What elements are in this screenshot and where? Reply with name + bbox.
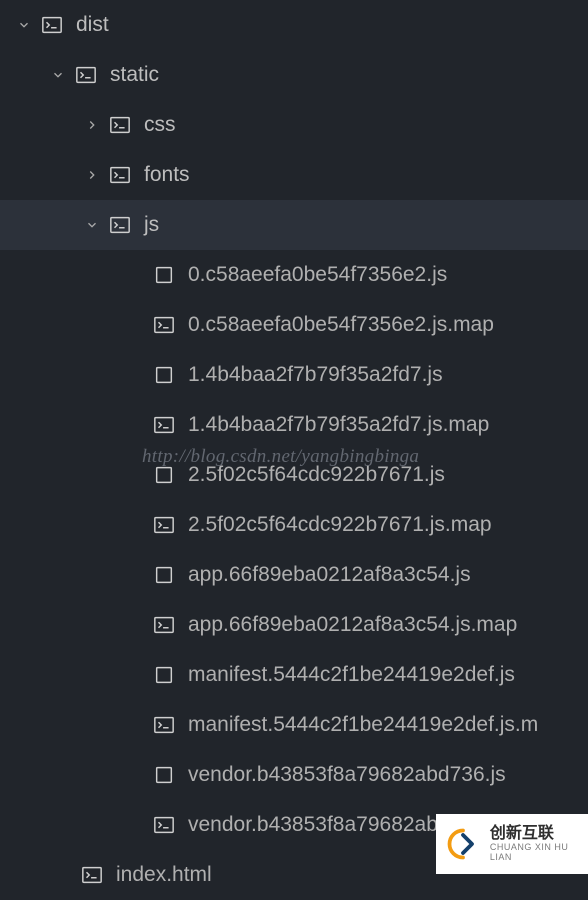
terminal-icon — [106, 161, 134, 189]
file-outline-icon — [150, 461, 178, 489]
terminal-icon — [150, 711, 178, 739]
terminal-icon — [38, 11, 66, 39]
tree-label: vendor.b43853f8a79682abd736.js.ma — [188, 813, 541, 837]
terminal-icon — [72, 61, 100, 89]
terminal-icon — [106, 111, 134, 139]
terminal-icon — [150, 511, 178, 539]
terminal-icon — [150, 311, 178, 339]
tree-label: index.html — [116, 863, 212, 887]
tree-label: static — [110, 63, 159, 87]
file-outline-icon — [150, 361, 178, 389]
tree-label: 1.4b4baa2f7b79f35a2fd7.js.map — [188, 413, 489, 437]
terminal-icon — [106, 211, 134, 239]
tree-label: dist — [76, 13, 109, 37]
tree-label: css — [144, 113, 176, 137]
tree-file[interactable]: 2.5f02c5f64cdc922b7671.js.map — [0, 500, 588, 550]
chevron-down-icon — [10, 18, 38, 32]
terminal-icon — [150, 811, 178, 839]
tree-label: 0.c58aeefa0be54f7356e2.js.map — [188, 313, 494, 337]
tree-label: manifest.5444c2f1be24419e2def.js — [188, 663, 515, 687]
tree-label: fonts — [144, 163, 190, 187]
terminal-icon — [150, 611, 178, 639]
chevron-down-icon — [78, 218, 106, 232]
tree-folder-static[interactable]: static — [0, 50, 588, 100]
tree-folder-fonts[interactable]: fonts — [0, 150, 588, 200]
tree-label: vendor.b43853f8a79682abd736.js — [188, 763, 506, 787]
tree-file[interactable]: manifest.5444c2f1be24419e2def.js — [0, 650, 588, 700]
tree-folder-css[interactable]: css — [0, 100, 588, 150]
tree-label: 1.4b4baa2f7b79f35a2fd7.js — [188, 363, 443, 387]
tree-file[interactable]: 1.4b4baa2f7b79f35a2fd7.js.map — [0, 400, 588, 450]
tree-label: app.66f89eba0212af8a3c54.js.map — [188, 613, 517, 637]
tree-label: js — [144, 213, 159, 237]
tree-label: manifest.5444c2f1be24419e2def.js.m — [188, 713, 538, 737]
tree-folder-dist[interactable]: dist — [0, 0, 588, 50]
tree-file[interactable]: manifest.5444c2f1be24419e2def.js.m — [0, 700, 588, 750]
tree-file[interactable]: 0.c58aeefa0be54f7356e2.js — [0, 250, 588, 300]
tree-file[interactable]: app.66f89eba0212af8a3c54.js.map — [0, 600, 588, 650]
terminal-icon — [150, 411, 178, 439]
tree-label: 0.c58aeefa0be54f7356e2.js — [188, 263, 447, 287]
tree-file[interactable]: 0.c58aeefa0be54f7356e2.js.map — [0, 300, 588, 350]
tree-label: 2.5f02c5f64cdc922b7671.js — [188, 463, 445, 487]
tree-folder-js[interactable]: js — [0, 200, 588, 250]
file-outline-icon — [150, 661, 178, 689]
chevron-down-icon — [44, 68, 72, 82]
tree-file-index[interactable]: index.html — [0, 850, 588, 900]
tree-label: 2.5f02c5f64cdc922b7671.js.map — [188, 513, 492, 537]
tree-file[interactable]: 2.5f02c5f64cdc922b7671.js — [0, 450, 588, 500]
tree-file[interactable]: vendor.b43853f8a79682abd736.js — [0, 750, 588, 800]
tree-file[interactable]: vendor.b43853f8a79682abd736.js.ma — [0, 800, 588, 850]
file-outline-icon — [150, 561, 178, 589]
chevron-right-icon — [78, 168, 106, 182]
chevron-right-icon — [78, 118, 106, 132]
terminal-icon — [78, 861, 106, 889]
file-outline-icon — [150, 261, 178, 289]
file-outline-icon — [150, 761, 178, 789]
tree-file[interactable]: app.66f89eba0212af8a3c54.js — [0, 550, 588, 600]
tree-label: app.66f89eba0212af8a3c54.js — [188, 563, 471, 587]
tree-file[interactable]: 1.4b4baa2f7b79f35a2fd7.js — [0, 350, 588, 400]
